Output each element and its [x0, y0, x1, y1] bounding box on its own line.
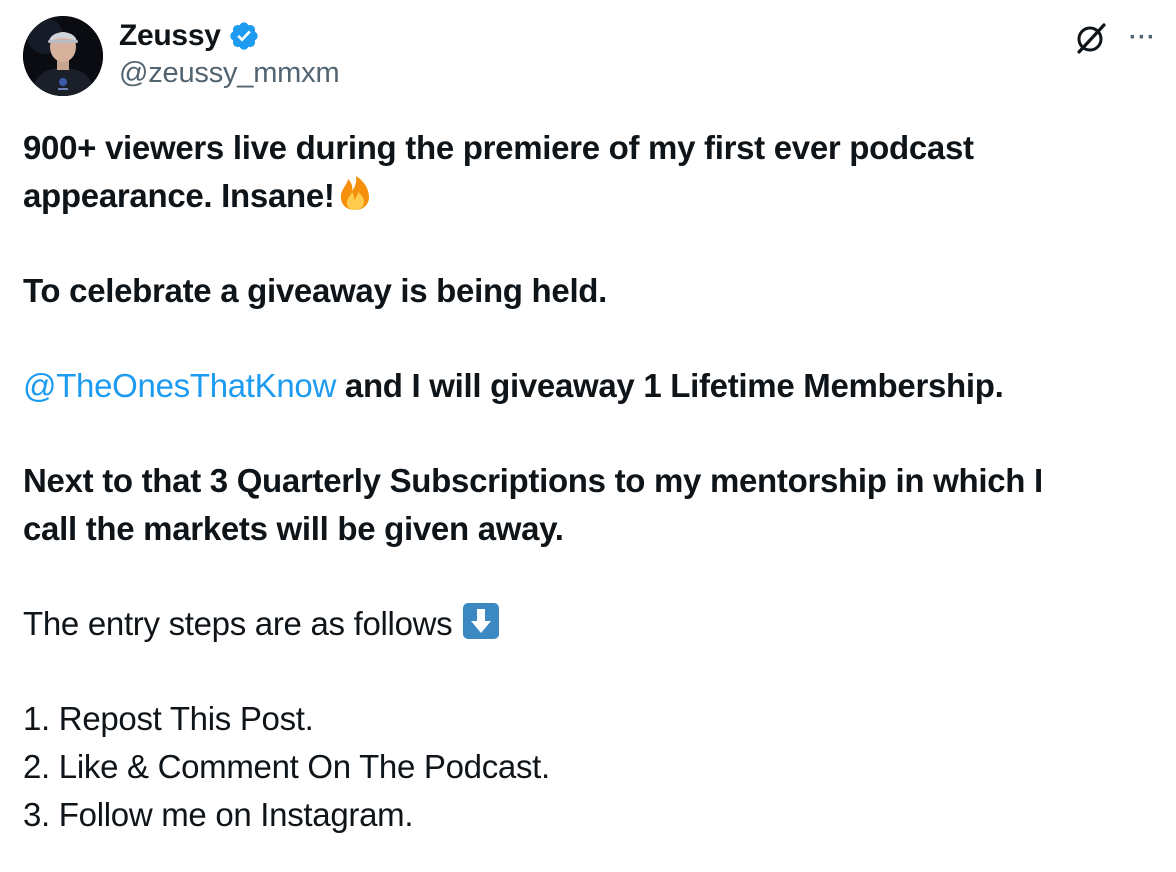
post-paragraph-3: @TheOnesThatKnow and I will giveaway 1 L…	[23, 362, 1143, 410]
fire-emoji-icon	[335, 173, 375, 213]
author-name-row: Zeussy	[119, 17, 260, 55]
post-text: 900+ viewers live during the premiere of…	[23, 124, 1143, 839]
post-line-1: 900+ viewers live during the premiere of…	[23, 129, 974, 166]
post-paragraph-3-rest: and I will giveaway 1 Lifetime Membershi…	[336, 367, 1004, 404]
handle[interactable]: @zeussy_mmxm	[119, 57, 340, 90]
step-item: 2. Like & Comment On The Podcast.	[23, 748, 550, 785]
post-paragraph-2: To celebrate a giveaway is being held.	[23, 272, 608, 309]
step-item: 3. Follow me on Instagram.	[23, 796, 414, 833]
avatar[interactable]	[23, 16, 103, 96]
post-line-2: appearance. Insane!	[23, 172, 1143, 220]
mention-link[interactable]: @TheOnesThatKnow	[23, 367, 336, 404]
display-name[interactable]: Zeussy	[119, 19, 221, 53]
post-paragraph-5-text: The entry steps are as follows	[23, 605, 462, 642]
verified-badge-icon	[228, 20, 260, 52]
post-paragraph-4-line-2: call the markets will be given away.	[23, 510, 564, 547]
tweet: Zeussy @zeussy_mmxm ··· 900+ viewers liv…	[0, 0, 1176, 872]
post-line-2-text: appearance. Insane!	[23, 177, 335, 214]
grok-icon[interactable]	[1071, 18, 1111, 58]
more-options-icon[interactable]: ···	[1129, 18, 1156, 58]
down-arrow-emoji-icon	[461, 601, 501, 641]
post-paragraph-5: The entry steps are as follows	[23, 600, 1143, 648]
step-item: 1. Repost This Post.	[23, 700, 314, 737]
avatar-image	[23, 16, 103, 96]
post-paragraph-4-line-1: Next to that 3 Quarterly Subscriptions t…	[23, 462, 1043, 499]
top-actions: ···	[1071, 18, 1156, 58]
